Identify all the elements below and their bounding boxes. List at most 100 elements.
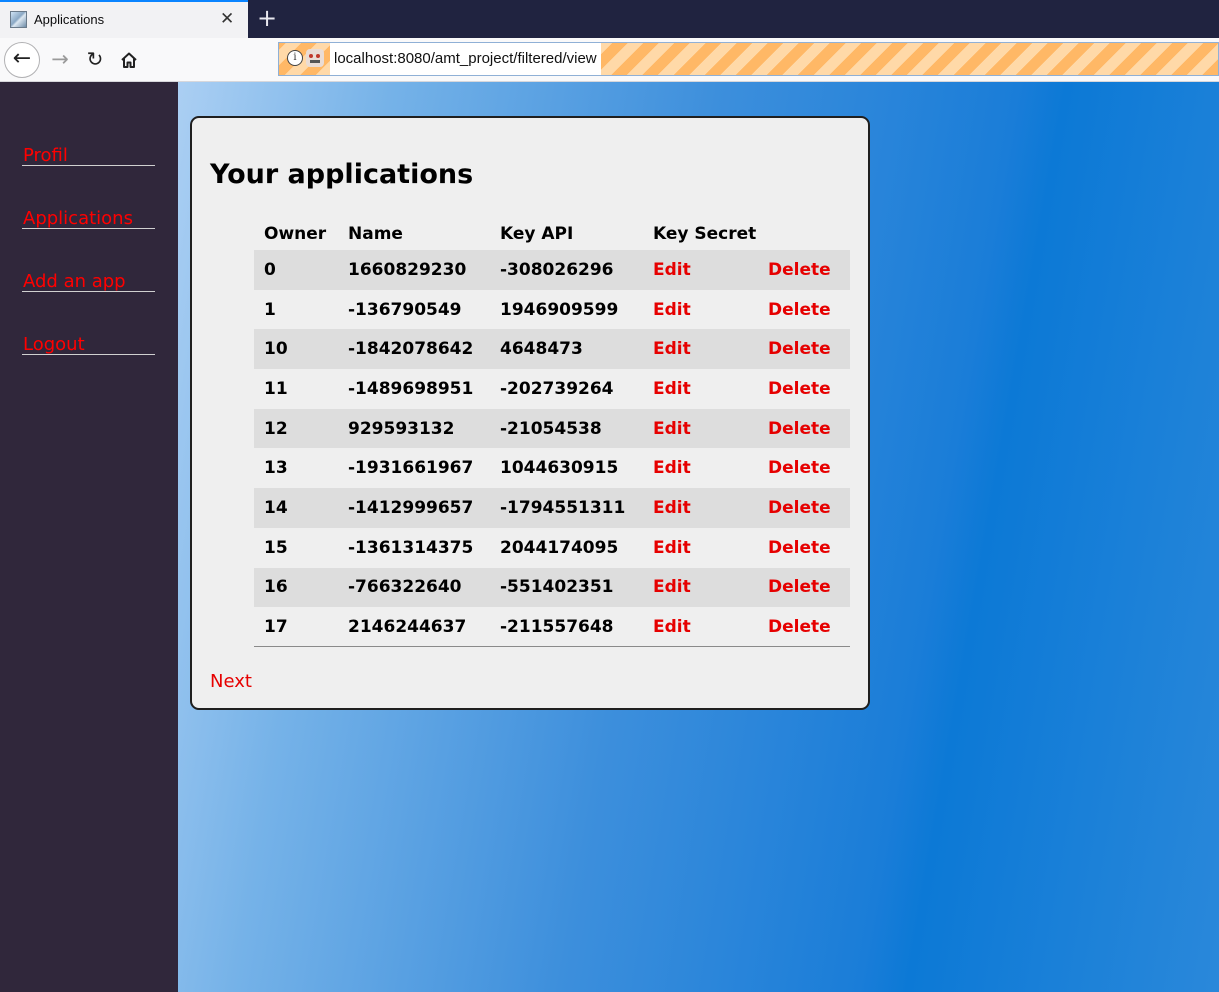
table-row: 15 -1361314375 2044174095 Edit Delete bbox=[254, 528, 850, 568]
delete-link[interactable]: Delete bbox=[768, 339, 831, 359]
cell-edit: Edit bbox=[643, 568, 768, 608]
cell-key-api: -1794551311 bbox=[500, 497, 626, 518]
cell-key-api: -551402351 bbox=[500, 577, 614, 598]
page-title: Your applications bbox=[210, 159, 474, 190]
cell-name: -1412999657 bbox=[348, 497, 474, 518]
cell-owner: 15 bbox=[264, 537, 288, 558]
main-content: Your applications Owner Name Key API Key… bbox=[178, 82, 1219, 992]
edit-link[interactable]: Edit bbox=[653, 498, 691, 518]
table-row: 16 -766322640 -551402351 Edit Delete bbox=[254, 567, 850, 608]
delete-link[interactable]: Delete bbox=[768, 577, 831, 597]
cell-key-api: 1946909599 bbox=[500, 299, 619, 320]
edit-link[interactable]: Edit bbox=[653, 577, 691, 597]
sidebar-link-applications[interactable]: Applications bbox=[23, 208, 133, 230]
cell-delete: Delete bbox=[768, 448, 850, 488]
back-button[interactable]: ← bbox=[4, 42, 40, 78]
delete-link[interactable]: Delete bbox=[768, 538, 831, 558]
cell-edit: Edit bbox=[643, 607, 768, 648]
cell-name: -136790549 bbox=[348, 299, 462, 320]
delete-link[interactable]: Delete bbox=[768, 379, 831, 399]
cell-key-api: 4648473 bbox=[500, 339, 583, 360]
table-row: 12 929593132 -21054538 Edit Delete bbox=[254, 408, 850, 449]
cell-owner: 11 bbox=[264, 378, 288, 399]
cell-delete: Delete bbox=[768, 369, 850, 409]
next-page-link[interactable]: Next bbox=[210, 671, 252, 693]
cell-owner: 14 bbox=[264, 497, 288, 518]
tab-strip: Applications ✕ + bbox=[0, 0, 1219, 38]
cell-delete: Delete bbox=[768, 250, 850, 290]
cell-owner: 16 bbox=[264, 577, 288, 598]
browser-tab[interactable]: Applications ✕ bbox=[0, 0, 248, 38]
delete-link[interactable]: Delete bbox=[768, 498, 831, 518]
sidebar-link-logout[interactable]: Logout bbox=[23, 334, 85, 356]
reload-button[interactable]: ↻ bbox=[81, 46, 109, 74]
cell-name: 929593132 bbox=[348, 418, 455, 439]
cell-edit: Edit bbox=[643, 409, 768, 449]
close-tab-icon[interactable]: ✕ bbox=[220, 9, 234, 29]
delete-link[interactable]: Delete bbox=[768, 617, 831, 637]
edit-link[interactable]: Edit bbox=[653, 260, 691, 280]
delete-link[interactable]: Delete bbox=[768, 458, 831, 478]
cell-key-api: -308026296 bbox=[500, 259, 614, 280]
cell-delete: Delete bbox=[768, 290, 850, 330]
cell-delete: Delete bbox=[768, 528, 850, 568]
delete-link[interactable]: Delete bbox=[768, 260, 831, 280]
cell-owner: 10 bbox=[264, 339, 288, 360]
cell-owner: 0 bbox=[264, 259, 276, 280]
delete-link[interactable]: Delete bbox=[768, 419, 831, 439]
edit-link[interactable]: Edit bbox=[653, 617, 691, 637]
edit-link[interactable]: Edit bbox=[653, 339, 691, 359]
cell-name: -1489698951 bbox=[348, 378, 474, 399]
column-header-name: Name bbox=[348, 224, 403, 244]
sidebar-link-add-app[interactable]: Add an app bbox=[23, 271, 126, 293]
cell-delete: Delete bbox=[768, 409, 850, 449]
edit-link[interactable]: Edit bbox=[653, 419, 691, 439]
cell-name: -1931661967 bbox=[348, 458, 474, 479]
home-button[interactable] bbox=[115, 46, 143, 74]
cell-edit: Edit bbox=[643, 369, 768, 409]
table-row: 17 2146244637 -211557648 Edit Delete bbox=[254, 607, 850, 648]
new-tab-button[interactable]: + bbox=[257, 4, 277, 32]
url-bar[interactable]: i localhost:8080/amt_project/filtered/vi… bbox=[278, 42, 1219, 76]
applications-table: Owner Name Key API Key Secret 0 16608292… bbox=[254, 218, 850, 648]
cell-owner: 1 bbox=[264, 299, 276, 320]
column-header-key-secret: Key Secret bbox=[653, 224, 757, 244]
cell-name: -766322640 bbox=[348, 577, 462, 598]
cell-key-api: 2044174095 bbox=[500, 537, 619, 558]
sidebar-item-add-app: Add an app bbox=[22, 229, 155, 292]
cell-edit: Edit bbox=[643, 290, 768, 330]
sidebar-item-applications: Applications bbox=[22, 166, 155, 229]
column-header-key-api: Key API bbox=[500, 224, 574, 244]
page-viewport: Profil Applications Add an app Logout Yo… bbox=[0, 82, 1219, 992]
forward-button[interactable]: → bbox=[46, 46, 74, 74]
column-header-actions bbox=[768, 218, 850, 250]
page-favicon-icon bbox=[10, 11, 27, 28]
cell-delete: Delete bbox=[768, 488, 850, 528]
edit-link[interactable]: Edit bbox=[653, 300, 691, 320]
cell-name: -1361314375 bbox=[348, 537, 474, 558]
edit-link[interactable]: Edit bbox=[653, 379, 691, 399]
table-row: 0 1660829230 -308026296 Edit Delete bbox=[254, 250, 850, 290]
table-row: 10 -1842078642 4648473 Edit Delete bbox=[254, 329, 850, 370]
home-icon bbox=[121, 52, 137, 68]
navigation-toolbar: ← → ↻ i localhost:8080/amt_project/filte… bbox=[0, 38, 1219, 82]
cell-delete: Delete bbox=[768, 568, 850, 608]
cell-owner: 13 bbox=[264, 458, 288, 479]
cell-key-api: -202739264 bbox=[500, 378, 614, 399]
cell-edit: Edit bbox=[643, 329, 768, 369]
cell-edit: Edit bbox=[643, 250, 768, 290]
remote-control-robot-icon[interactable] bbox=[306, 49, 324, 67]
edit-link[interactable]: Edit bbox=[653, 458, 691, 478]
cell-name: 2146244637 bbox=[338, 607, 490, 648]
url-text[interactable]: localhost:8080/amt_project/filtered/view bbox=[334, 50, 597, 67]
site-info-icon[interactable]: i bbox=[287, 50, 303, 66]
edit-link[interactable]: Edit bbox=[653, 538, 691, 558]
cell-owner: 12 bbox=[264, 418, 288, 439]
cell-owner: 17 bbox=[254, 607, 338, 648]
cell-edit: Edit bbox=[643, 488, 768, 528]
sidebar-item-logout: Logout bbox=[22, 292, 155, 355]
cell-delete: Delete bbox=[768, 329, 850, 369]
cell-name: 1660829230 bbox=[348, 259, 467, 280]
delete-link[interactable]: Delete bbox=[768, 300, 831, 320]
sidebar-link-profil[interactable]: Profil bbox=[23, 145, 68, 167]
